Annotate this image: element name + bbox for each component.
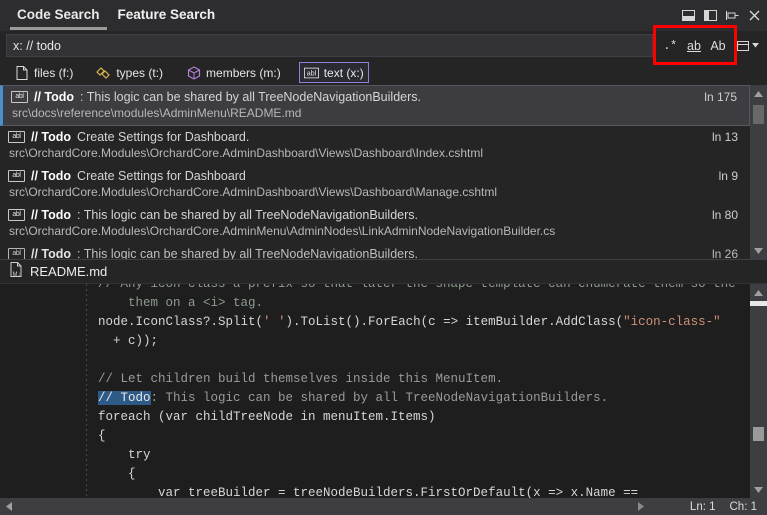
result-path: src\docs\reference\modules\AdminMenu\REA…: [12, 106, 302, 120]
split-view-icon[interactable]: [702, 7, 718, 23]
search-input[interactable]: x: // todo: [6, 34, 653, 57]
result-title: abl // Todo Create Settings for Dashboar…: [8, 169, 740, 183]
abl-text-icon: abl: [8, 131, 25, 143]
close-icon[interactable]: [746, 7, 762, 23]
abl-text-icon: abl: [8, 209, 25, 221]
search-option-toggles: .* ab Ab: [653, 25, 737, 65]
search-input-value: x: // todo: [13, 38, 61, 53]
status-column-number: Ch: 1: [729, 500, 758, 513]
code-editor-surface[interactable]: // Any icon class a prefix so that later…: [0, 284, 750, 498]
filter-members-label: members (m:): [206, 65, 281, 80]
svg-text:abl: abl: [307, 70, 317, 77]
abl-text-icon: abl: [8, 248, 25, 259]
match-case-toggle[interactable]: Ab: [707, 35, 729, 56]
code-scroll-down-arrow-icon[interactable]: [750, 481, 767, 498]
result-match-text: // Todo: [34, 90, 75, 104]
use-regular-expressions-toggle[interactable]: .*: [659, 35, 681, 56]
filter-types[interactable]: types (t:): [91, 62, 168, 83]
tool-window-titlebar: Code Search Feature Search: [0, 0, 767, 31]
editor-status-bar: Ln: 1 Ch: 1: [690, 498, 765, 515]
result-title: abl // Todo : This logic can be shared by…: [8, 247, 740, 259]
tab-code-search-label: Code Search: [17, 7, 100, 22]
filter-files[interactable]: files (f:): [9, 62, 78, 83]
filter-text[interactable]: abl text (x:): [298, 62, 369, 83]
search-row: x: // todo .* ab Ab: [0, 25, 767, 65]
pin-icon[interactable]: [724, 7, 740, 23]
code-search-tool-window: Code Search Feature Search x: // todo .*…: [0, 0, 767, 515]
result-match-text: // Todo: [31, 208, 72, 222]
window-controls: [680, 7, 762, 23]
code-text: // Any icon class a prefix so that later…: [98, 284, 736, 498]
search-scope-dropdown[interactable]: [735, 35, 761, 56]
result-rest-text: Create Settings for Dashboard.: [77, 130, 250, 144]
table-row[interactable]: abl // Todo : This logic can be shared by…: [0, 85, 750, 126]
code-horizontal-scrollbar[interactable]: Ln: 1 Ch: 1: [0, 498, 767, 515]
dock-bottom-icon[interactable]: [680, 7, 696, 23]
markdown-file-icon: M↓: [9, 261, 23, 282]
result-rest-text: : This logic can be shared by all TreeNo…: [80, 90, 421, 104]
result-line-number: ln 26: [711, 247, 738, 259]
chevron-down-icon: [752, 43, 759, 48]
code-scroll-thumb[interactable]: [753, 427, 764, 441]
abl-text-icon: abl: [11, 91, 28, 103]
result-line-number: ln 80: [711, 208, 738, 222]
table-row[interactable]: abl // Todo : This logic can be shared by…: [0, 204, 750, 243]
table-row[interactable]: abl // Todo Create Settings for Dashboar…: [0, 126, 750, 165]
filter-members[interactable]: members (m:): [181, 62, 286, 83]
tab-feature-search-label: Feature Search: [117, 7, 216, 22]
result-match-text: // Todo: [31, 130, 72, 144]
search-results-list[interactable]: abl // Todo : This logic can be shared by…: [0, 85, 750, 259]
table-row[interactable]: abl // Todo Create Settings for Dashboar…: [0, 165, 750, 204]
result-path: src\OrchardCore.Modules\OrchardCore.Admi…: [9, 224, 556, 238]
results-vertical-scrollbar[interactable]: [750, 85, 767, 259]
result-path: src\OrchardCore.Modules\OrchardCore.Admi…: [9, 185, 497, 199]
status-line-number: Ln: 1: [689, 500, 716, 513]
match-whole-word-toggle[interactable]: ab: [683, 35, 705, 56]
result-path: src\OrchardCore.Modules\OrchardCore.Admi…: [9, 146, 483, 160]
abl-text-icon: abl: [303, 65, 319, 80]
result-rest-text: : This logic can be shared by all TreeNo…: [77, 208, 418, 222]
search-results-panel: abl // Todo : This logic can be shared by…: [0, 85, 767, 260]
result-match-text: // Todo: [31, 169, 72, 183]
code-scroll-position-marker: [750, 301, 767, 306]
preview-file-header: M↓ README.md: [0, 260, 767, 284]
tab-feature-search[interactable]: Feature Search: [109, 0, 225, 31]
result-match-text: // Todo: [31, 247, 72, 259]
tab-code-search[interactable]: Code Search: [8, 0, 109, 31]
svg-text:M↓: M↓: [13, 272, 21, 277]
preview-filename: README.md: [30, 264, 108, 279]
tab-strip: Code Search Feature Search: [0, 0, 224, 31]
code-scroll-track[interactable]: [750, 301, 767, 481]
filter-text-label: text (x:): [323, 65, 364, 80]
scroll-right-arrow-icon[interactable]: [632, 498, 649, 515]
code-preview-panel: // Any icon class a prefix so that later…: [0, 284, 767, 498]
result-line-number: ln 13: [711, 130, 738, 144]
horizontal-scroll-track[interactable]: [17, 498, 767, 515]
result-rest-text: Create Settings for Dashboard: [77, 169, 246, 183]
filter-chip-row: files (f:) types (t:) members (m:) abl t…: [0, 60, 767, 85]
result-title: abl // Todo : This logic can be shared by…: [11, 90, 739, 104]
results-scroll-thumb[interactable]: [753, 105, 764, 124]
result-title: abl // Todo : This logic can be shared by…: [8, 208, 740, 222]
code-vertical-scrollbar[interactable]: [750, 284, 767, 498]
abl-text-icon: abl: [8, 170, 25, 182]
code-scroll-up-arrow-icon[interactable]: [750, 284, 767, 301]
table-row[interactable]: abl // Todo : This logic can be shared by…: [0, 243, 750, 259]
filter-types-label: types (t:): [116, 65, 164, 80]
scroll-down-arrow-icon[interactable]: [750, 242, 767, 259]
filter-files-label: files (f:): [34, 65, 74, 80]
result-line-number: ln 9: [718, 169, 738, 183]
result-title: abl // Todo Create Settings for Dashboar…: [8, 130, 740, 144]
result-line-number: ln 175: [704, 90, 737, 104]
scroll-left-arrow-icon[interactable]: [0, 498, 17, 515]
results-scroll-track[interactable]: [750, 102, 767, 242]
result-rest-text: : This logic can be shared by all TreeNo…: [77, 247, 418, 259]
types-icon: [96, 65, 111, 80]
scroll-up-arrow-icon[interactable]: [750, 85, 767, 102]
members-cube-icon: [186, 65, 201, 80]
file-icon: [14, 65, 29, 80]
